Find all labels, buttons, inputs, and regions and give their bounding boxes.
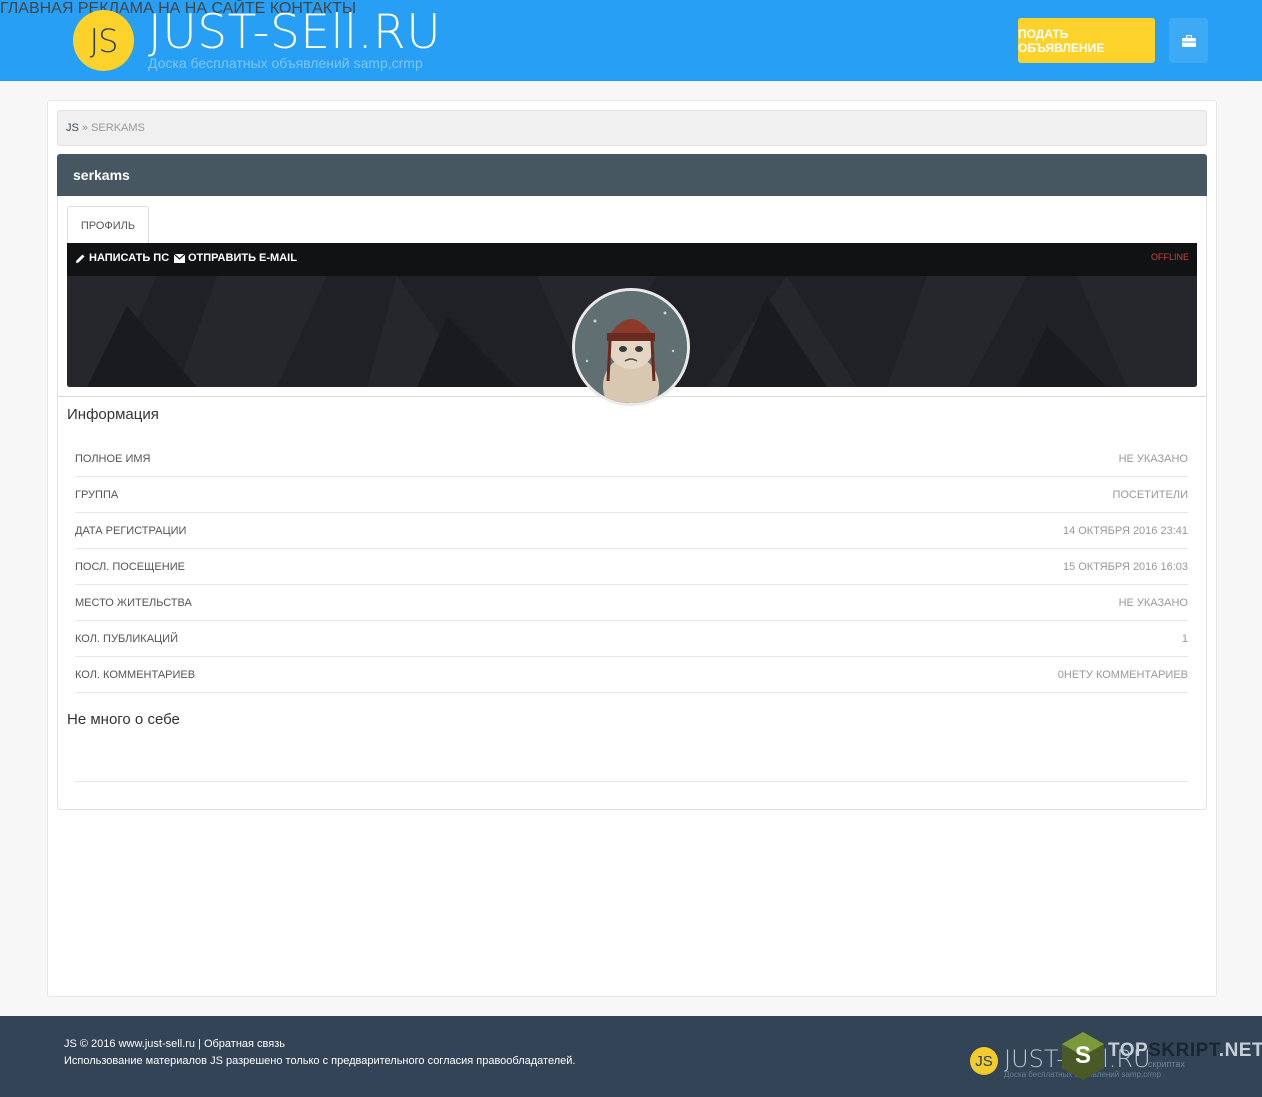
- info-label: ПОЛНОЕ ИМЯ: [75, 452, 151, 465]
- send-email-link[interactable]: ОТПРАВИТЬ E-MAIL: [174, 252, 297, 264]
- envelope-icon: [174, 253, 185, 263]
- watermark-letter: S: [1075, 1042, 1091, 1069]
- about-title: Не много о себе: [67, 711, 180, 728]
- post-ad-button[interactable]: ПОДАТЬ ОБЪЯВЛЕНИЕ: [1018, 18, 1155, 63]
- logo-mark: JS: [73, 10, 134, 71]
- watermark-hex-icon: S: [1062, 1032, 1104, 1080]
- info-row: МЕСТО ЖИТЕЛЬСТВА НЕ УКАЗАНО: [75, 585, 1188, 621]
- watermark-sub: скриптах: [1148, 1059, 1185, 1069]
- info-value: 1: [1181, 632, 1188, 645]
- info-title: Информация: [67, 406, 159, 423]
- info-label: ДАТА РЕГИСТРАЦИИ: [75, 524, 187, 537]
- pencil-icon: [76, 254, 85, 263]
- watermark-text: TOPSKRIPT.NET: [1108, 1040, 1262, 1061]
- info-row: ДАТА РЕГИСТРАЦИИ 14 ОКТЯБРЯ 2016 23:41: [75, 513, 1188, 549]
- info-label: МЕСТО ЖИТЕЛЬСТВА: [75, 596, 192, 609]
- send-pm-link[interactable]: НАПИСАТЬ ПС: [75, 252, 169, 264]
- footer-disclaimer: Использование материалов JS разрешено то…: [64, 1055, 576, 1067]
- info-value: НЕ УКАЗАНО: [1118, 452, 1188, 465]
- send-email-label: ОТПРАВИТЬ E-MAIL: [188, 252, 297, 264]
- breadcrumb-separator: »: [81, 122, 89, 134]
- about-divider: [75, 781, 1188, 782]
- breadcrumb-current: serkams: [91, 122, 145, 134]
- footer-logo-mark: JS: [970, 1047, 998, 1075]
- info-row: КОЛ. ПУБЛИКАЦИЙ 1: [75, 621, 1188, 657]
- avatar-image: [575, 291, 687, 403]
- profile-username: serkams: [57, 154, 1207, 196]
- status-badge: OFFLINE: [1150, 252, 1189, 262]
- breadcrumb: JS » serkams: [57, 110, 1207, 146]
- nav-home[interactable]: ГЛАВНАЯ: [0, 0, 73, 17]
- info-label: КОЛ. КОММЕНТАРИЕВ: [75, 668, 196, 681]
- breadcrumb-home[interactable]: JS: [66, 122, 79, 134]
- footer-copyright: JS © 2016 www.just-sell.ru | Обратная св…: [64, 1038, 285, 1050]
- site-header: JS JUST-SEll.RU Доска бесплатных объявле…: [0, 0, 1262, 81]
- send-pm-label: НАПИСАТЬ ПС: [89, 252, 170, 264]
- info-value: 15 ОКТЯБРЯ 2016 16:03: [1062, 560, 1188, 573]
- info-value: ПОСЕТИТЕЛИ: [1112, 488, 1188, 501]
- logo-title: JUST-SEll.RU: [148, 5, 442, 60]
- info-row: ПОСЛ. ПОСЕЩЕНИЕ 15 ОКТЯБРЯ 2016 16:03: [75, 549, 1188, 585]
- info-label: ГРУППА: [75, 488, 119, 501]
- tab-profile[interactable]: ПРОФИЛЬ: [67, 206, 149, 244]
- logo-subtitle: Доска бесплатных объявлений samp,crmp: [148, 55, 423, 71]
- menu-button[interactable]: [1169, 18, 1208, 63]
- info-row: ПОЛНОЕ ИМЯ НЕ УКАЗАНО: [75, 441, 1188, 477]
- avatar: [572, 288, 690, 406]
- info-label: ПОСЛ. ПОСЕЩЕНИЕ: [75, 560, 185, 573]
- info-label: КОЛ. ПУБЛИКАЦИЙ: [75, 632, 178, 645]
- site-logo[interactable]: JS JUST-SEll.RU Доска бесплатных объявле…: [73, 5, 442, 71]
- info-value: 14 ОКТЯБРЯ 2016 23:41: [1062, 524, 1188, 537]
- briefcase-icon: [1181, 34, 1196, 47]
- info-value: НЕ УКАЗАНО: [1118, 596, 1188, 609]
- info-value: 0НЕТУ КОММЕНТАРИЕВ: [1057, 668, 1188, 681]
- info-row: КОЛ. КОММЕНТАРИЕВ 0НЕТУ КОММЕНТАРИЕВ: [75, 657, 1188, 693]
- info-row: ГРУППА ПОСЕТИТЕЛИ: [75, 477, 1188, 513]
